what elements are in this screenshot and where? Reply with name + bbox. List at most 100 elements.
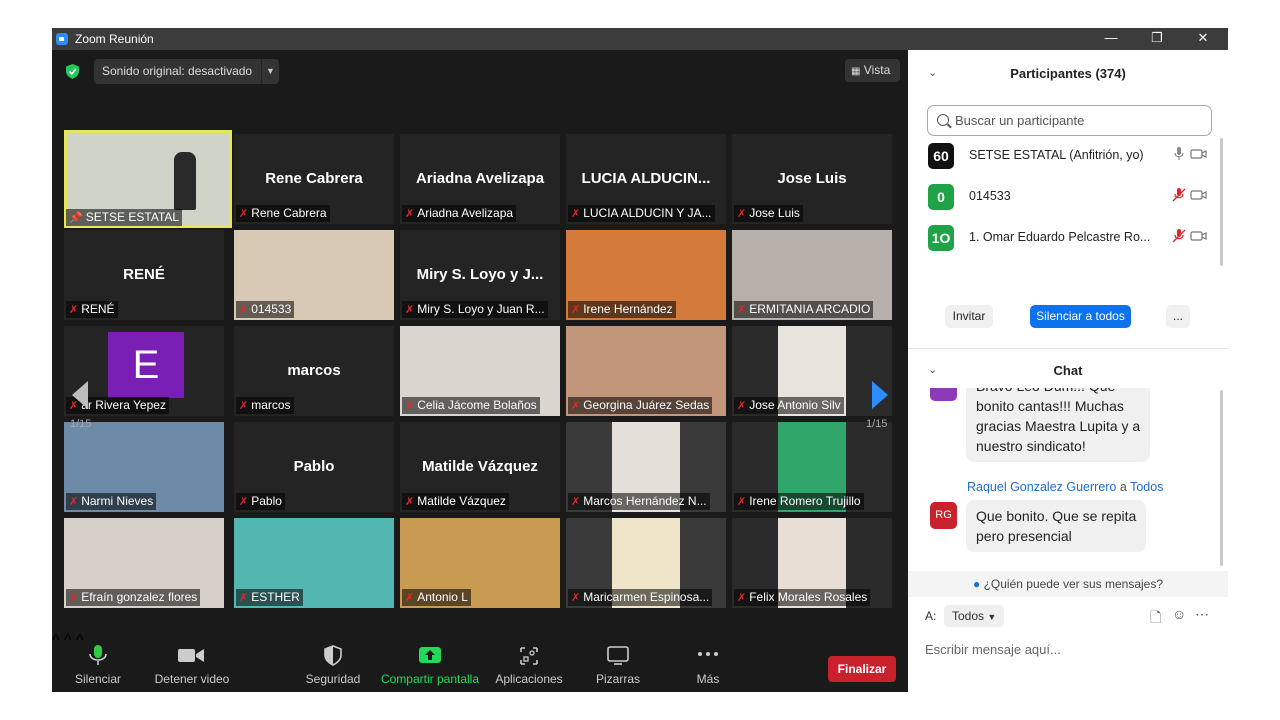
chat-scrollbar[interactable]	[1220, 390, 1223, 566]
security-button[interactable]: Seguridad	[302, 632, 364, 692]
end-meeting-button[interactable]: Finalizar	[828, 656, 896, 682]
chat-message-bubble: Bravo Leo Dum!!! Que bonito cantas!!! Mu…	[966, 388, 1151, 462]
muted-mic-icon[interactable]	[1171, 187, 1186, 203]
participant-row[interactable]: 1O 1. Omar Eduardo Pelcastre Ro...	[928, 221, 1208, 255]
chat-title: Chat	[1053, 363, 1083, 378]
video-tile[interactable]: LUCIA ALDUCIN... ✗ LUCIA ALDUCIN Y JA...	[566, 134, 726, 224]
participant-name-label: ✗ Celia Jácome Bolaños	[402, 397, 540, 414]
invite-button[interactable]: Invitar	[945, 305, 993, 328]
muted-mic-icon: ✗	[737, 400, 747, 412]
chevron-down-icon[interactable]: ▼	[261, 59, 279, 84]
close-button[interactable]: ✕	[1180, 28, 1226, 50]
video-tile[interactable]: ✗ Efraín gonzalez flores	[64, 518, 224, 608]
muted-mic-icon: ✗	[239, 304, 249, 316]
participant-name-label: ✗ Jose Luis	[734, 205, 803, 222]
chat-header: ⌄ Chat	[908, 363, 1228, 385]
video-tile[interactable]: ✗ Irene Hernández	[566, 230, 726, 320]
collapse-chevron-icon[interactable]: ⌄	[928, 66, 937, 79]
participant-name: Irene Romero Trujillo	[749, 494, 861, 508]
to-label: A:	[925, 609, 937, 623]
video-tile[interactable]: ✗ Antonio L	[400, 518, 560, 608]
participant-name: Irene Hernández	[583, 302, 673, 316]
participant-row[interactable]: 60 SETSE ESTATAL (Anfitrión, yo)	[928, 139, 1208, 173]
participant-name: RENÉ	[81, 302, 115, 316]
more-button[interactable]: Más	[682, 632, 734, 692]
participant-name: Rene Cabrera	[251, 206, 327, 220]
participant-name: Marcos Hernández N...	[583, 494, 707, 508]
video-tile[interactable]: ✗ Maricarmen Espinosa...	[566, 518, 726, 608]
video-tile[interactable]: Rene Cabrera ✗ Rene Cabrera	[234, 134, 394, 224]
share-screen-icon	[419, 647, 441, 663]
microphone-icon[interactable]	[1171, 146, 1184, 162]
chat-recipient: Todos	[1130, 480, 1164, 494]
apps-button[interactable]: Aplicaciones	[492, 632, 566, 692]
more-dots-icon	[698, 652, 718, 656]
video-tile[interactable]: ✗ 014533	[234, 230, 394, 320]
minimize-button[interactable]: —	[1088, 28, 1134, 50]
encryption-shield-icon[interactable]	[66, 64, 79, 79]
who-can-see-messages-link[interactable]: ● ¿Quién puede ver sus mensajes?	[908, 571, 1228, 597]
video-tile[interactable]: ✗ Narmi Nieves	[64, 422, 224, 512]
audio-options-chevron-icon[interactable]: ^	[52, 632, 60, 649]
video-tile[interactable]: Jose Luis ✗ Jose Luis	[732, 134, 892, 224]
video-tile[interactable]: ✗ Georgina Juárez Sedas	[566, 326, 726, 416]
video-tile[interactable]: ✗ ERMITANIA ARCADIO	[732, 230, 892, 320]
emoji-icon[interactable]: ☺	[1172, 606, 1186, 622]
file-icon[interactable]: 🗋	[1150, 607, 1161, 631]
video-tile[interactable]: Pablo ✗ Pablo	[234, 422, 394, 512]
video-tile[interactable]: ✗ Irene Romero Trujillo	[732, 422, 892, 512]
video-tile[interactable]: Ariadna Avelizapa ✗ Ariadna Avelizapa	[400, 134, 560, 224]
video-camera-icon[interactable]	[1190, 188, 1208, 202]
video-tile[interactable]: ✗ Marcos Hernández N...	[566, 422, 726, 512]
video-tile[interactable]: Miry S. Loyo y J... ✗ Miry S. Loyo y Juan …	[400, 230, 560, 320]
participant-row[interactable]: 0 014533	[928, 180, 1208, 214]
participant-name: Pablo	[251, 494, 282, 508]
view-button[interactable]: ▦ Vista	[845, 59, 900, 82]
recipient-select[interactable]: Todos ▼	[944, 605, 1005, 627]
video-camera-icon	[178, 649, 204, 662]
participant-avatar: 0	[928, 184, 954, 210]
muted-mic-icon: ✗	[69, 496, 79, 508]
zoom-window: Zoom Reunión — ❐ ✕ Sonido original: desa…	[52, 28, 1228, 692]
video-tile[interactable]: ✗ Felix Morales Rosales	[732, 518, 892, 608]
video-tile[interactable]: marcos ✗ marcos	[234, 326, 394, 416]
next-page-arrow-icon[interactable]	[864, 375, 894, 415]
chat-to-word: a	[1119, 480, 1127, 494]
video-camera-icon[interactable]	[1190, 229, 1208, 243]
participant-video	[174, 152, 196, 210]
video-tile[interactable]: ✗ Celia Jácome Bolaños	[400, 326, 560, 416]
chat-collapse-chevron-icon[interactable]: ⌄	[928, 363, 937, 376]
participants-scrollbar[interactable]	[1220, 138, 1223, 266]
more-options-icon[interactable]: ⋯	[1195, 606, 1209, 623]
participant-name-label: ✗ Matilde Vázquez	[402, 493, 509, 510]
stop-video-button[interactable]: Detener video	[150, 632, 234, 692]
muted-mic-icon: ✗	[405, 592, 415, 604]
participant-name-label: ✗ Narmi Nieves	[66, 493, 157, 510]
muted-mic-icon: ✗	[405, 400, 415, 412]
original-sound-button[interactable]: Sonido original: desactivado ▼	[94, 59, 279, 84]
participants-more-button[interactable]: ...	[1166, 305, 1190, 328]
participant-name: Matilde Vázquez	[417, 494, 506, 508]
chat-message-line: Que bonito. Que se repita	[976, 508, 1137, 524]
chat-sender-name[interactable]: Raquel Gonzalez Guerrero	[967, 480, 1116, 494]
video-tile[interactable]: 📌 SETSE ESTATAL	[64, 130, 232, 228]
whiteboard-label: Pizarras	[595, 672, 640, 686]
mute-all-button[interactable]: Silenciar a todos	[1030, 305, 1131, 328]
participant-name-label: ✗ Maricarmen Espinosa...	[568, 589, 713, 606]
video-tile[interactable]: Matilde Vázquez ✗ Matilde Vázquez	[400, 422, 560, 512]
mute-button[interactable]: Silenciar	[70, 632, 126, 692]
video-tile[interactable]: RENÉ ✗ RENÉ	[64, 230, 224, 320]
participant-name-label: 📌 SETSE ESTATAL	[66, 209, 183, 226]
video-tile[interactable]: ✗ ESTHER	[234, 518, 394, 608]
restore-button[interactable]: ❐	[1134, 28, 1180, 50]
muted-mic-icon[interactable]	[1171, 228, 1186, 244]
share-screen-button[interactable]: Compartir pantalla	[378, 632, 482, 692]
video-camera-icon[interactable]	[1190, 147, 1208, 161]
participant-name: Georgina Juárez Sedas	[583, 398, 710, 412]
whiteboard-button[interactable]: Pizarras	[588, 632, 648, 692]
chat-message-input[interactable]: Escribir mensaje aquí...	[925, 642, 1061, 657]
participant-name: ESTHER	[251, 590, 300, 604]
previous-page-arrow-icon[interactable]	[66, 375, 96, 415]
participant-search-placeholder: Buscar un participante	[955, 113, 1085, 128]
participant-search-input[interactable]: Buscar un participante	[927, 105, 1212, 136]
